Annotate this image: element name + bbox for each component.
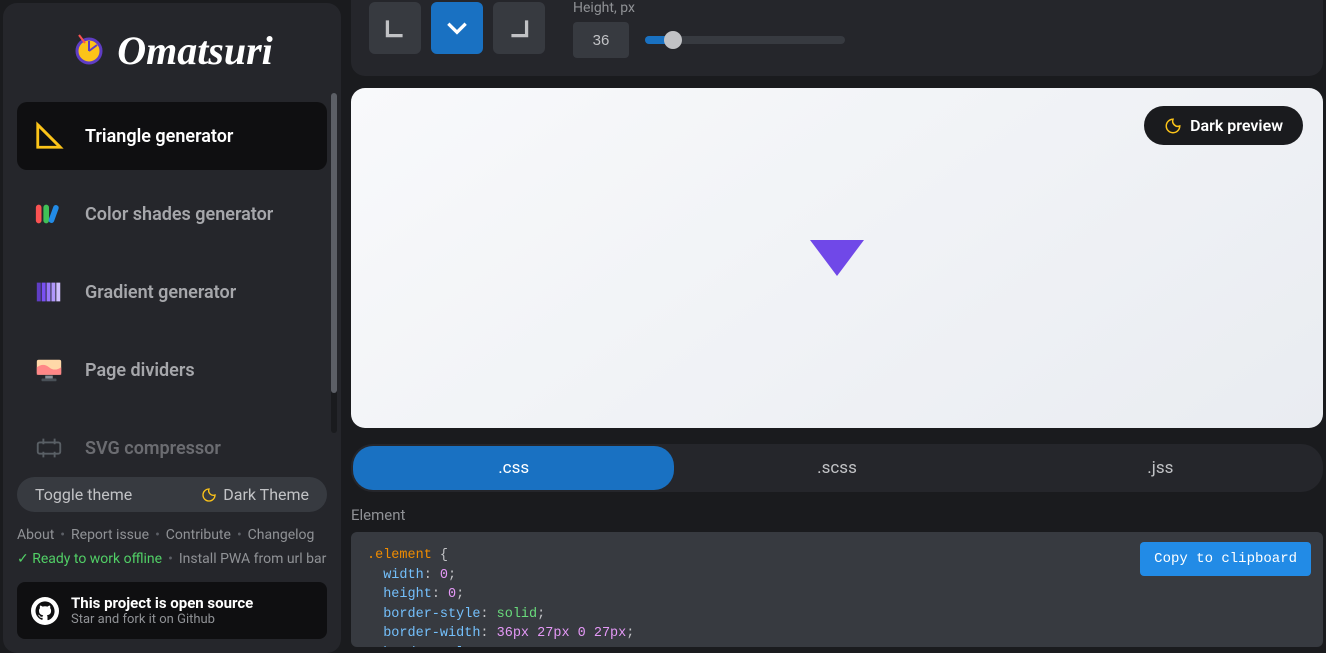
tab-jss[interactable]: .jss bbox=[1000, 446, 1321, 490]
report-link[interactable]: Report issue bbox=[71, 524, 149, 548]
sidebar-scrollbar[interactable] bbox=[331, 93, 337, 433]
theme-name: Dark Theme bbox=[223, 485, 309, 504]
gradient-icon bbox=[33, 276, 65, 308]
nav-color-shades[interactable]: Color shades generator bbox=[17, 180, 327, 248]
code-tabs: .css .scss .jss bbox=[351, 444, 1323, 492]
contribute-link[interactable]: Contribute bbox=[166, 524, 231, 548]
code-panel: .css .scss .jss Element Copy to clipboar… bbox=[351, 444, 1323, 647]
ready-offline: Ready to work offline bbox=[32, 551, 162, 567]
nav-gradient-generator[interactable]: Gradient generator bbox=[17, 258, 327, 326]
nav-page-dividers[interactable]: Page dividers bbox=[17, 336, 327, 404]
code-block[interactable]: Copy to clipboard.element { width: 0; he… bbox=[351, 532, 1323, 647]
oss-subtitle: Star and fork it on Github bbox=[71, 612, 253, 627]
tab-css[interactable]: .css bbox=[353, 446, 674, 490]
nav-label: SVG compressor bbox=[85, 438, 221, 459]
omatsuri-icon bbox=[71, 33, 107, 69]
footer-links: About• Report issue• Contribute• Changel… bbox=[17, 524, 327, 572]
nav-list: Triangle generator Color shades generato… bbox=[3, 102, 341, 467]
github-icon bbox=[31, 597, 59, 625]
direction-bottom-left-button[interactable] bbox=[369, 2, 421, 54]
main-panel: Height, px Dark preview .css .scss .jss … bbox=[341, 0, 1326, 650]
nav-label: Color shades generator bbox=[85, 204, 273, 225]
controls-row: Height, px bbox=[351, 0, 1323, 76]
oss-title: This project is open source bbox=[71, 594, 253, 612]
open-source-box[interactable]: This project is open source Star and for… bbox=[17, 582, 327, 639]
app-logo[interactable]: Omatsuri bbox=[3, 3, 341, 102]
direction-down-button[interactable] bbox=[431, 2, 483, 54]
monitor-icon bbox=[33, 354, 65, 386]
about-link[interactable]: About bbox=[17, 524, 54, 548]
element-label: Element bbox=[351, 506, 1323, 524]
theme-toggle[interactable]: Toggle theme Dark Theme bbox=[17, 477, 327, 512]
height-control: Height, px bbox=[573, 0, 845, 58]
sidebar-footer: Toggle theme Dark Theme About• Report is… bbox=[3, 467, 341, 653]
triangle-preview bbox=[810, 240, 864, 276]
direction-bottom-right-button[interactable] bbox=[493, 2, 545, 54]
theme-toggle-label: Toggle theme bbox=[35, 485, 132, 504]
nav-triangle-generator[interactable]: Triangle generator bbox=[17, 102, 327, 170]
nav-label: Page dividers bbox=[85, 360, 195, 381]
preview-pane: Dark preview bbox=[351, 88, 1323, 428]
tab-scss[interactable]: .scss bbox=[676, 446, 997, 490]
nav-label: Gradient generator bbox=[85, 282, 236, 303]
install-pwa[interactable]: Install PWA from url bar bbox=[179, 548, 327, 572]
moon-icon bbox=[201, 487, 217, 503]
direction-group bbox=[369, 0, 545, 54]
sidebar: Omatsuri Triangle generator Color shades… bbox=[3, 3, 341, 653]
height-input[interactable] bbox=[573, 22, 629, 58]
dark-preview-label: Dark preview bbox=[1190, 116, 1283, 135]
triangle-icon bbox=[33, 120, 65, 152]
changelog-link[interactable]: Changelog bbox=[248, 524, 315, 548]
compress-icon bbox=[33, 432, 65, 464]
palette-icon bbox=[33, 198, 65, 230]
nav-svg-compressor[interactable]: SVG compressor bbox=[17, 414, 327, 467]
copy-button[interactable]: Copy to clipboard bbox=[1140, 542, 1311, 576]
height-label: Height, px bbox=[573, 0, 845, 16]
height-slider[interactable] bbox=[645, 36, 845, 44]
moon-icon bbox=[1164, 117, 1182, 135]
app-name: Omatsuri bbox=[117, 27, 273, 74]
dark-preview-button[interactable]: Dark preview bbox=[1144, 106, 1303, 145]
nav-label: Triangle generator bbox=[85, 126, 233, 147]
